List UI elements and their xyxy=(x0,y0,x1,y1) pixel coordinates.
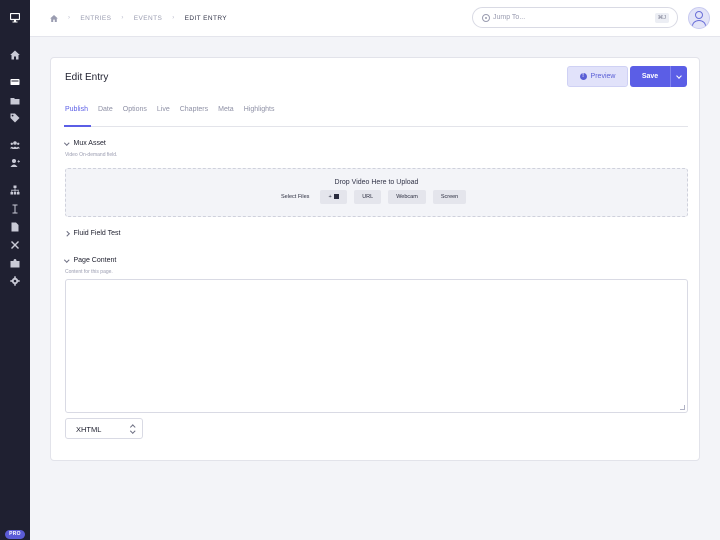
page-content-toggle[interactable]: Page Content xyxy=(64,257,117,264)
folder-icon[interactable] xyxy=(8,95,22,107)
active-tab-indicator xyxy=(64,125,91,127)
avatar[interactable] xyxy=(688,7,710,29)
mux-asset-toggle[interactable]: Mux Asset xyxy=(64,140,106,147)
webcam-button[interactable]: Webcam xyxy=(388,190,426,204)
sitemap-icon[interactable] xyxy=(8,184,22,196)
breadcrumb-separator: › xyxy=(121,15,124,21)
tools-icon[interactable] xyxy=(8,239,22,251)
mux-asset-label: Mux Asset xyxy=(73,140,106,147)
monitor-icon[interactable] xyxy=(8,12,22,24)
page-content-label: Page Content xyxy=(73,257,117,264)
fluid-field-toggle[interactable]: Fluid Field Test xyxy=(64,230,121,237)
pro-badge: PRO xyxy=(5,530,25,539)
breadcrumb-separator: › xyxy=(172,15,175,21)
mux-asset-description: Video On-demand field. xyxy=(65,152,118,158)
save-options-button[interactable] xyxy=(670,66,687,87)
preview-label: Preview xyxy=(590,73,616,80)
home-icon[interactable] xyxy=(50,14,58,22)
jump-to-input[interactable]: Jump To... xyxy=(493,14,525,21)
tab-date[interactable]: Date xyxy=(98,106,113,118)
select-arrows-icon xyxy=(130,424,135,434)
breadcrumb-current: EDIT ENTRY xyxy=(184,14,228,22)
tab-meta[interactable]: Meta xyxy=(218,106,234,118)
page-content-textarea[interactable] xyxy=(65,279,688,413)
dropzone-actions: Select Files + URL Webcam Screen xyxy=(281,190,467,204)
text-cursor-icon[interactable] xyxy=(8,203,22,215)
add-label: + xyxy=(328,194,332,200)
files-icon xyxy=(334,193,340,199)
add-files-button[interactable]: + xyxy=(320,190,348,204)
fluid-field-label: Fluid Field Test xyxy=(73,230,121,237)
page-title: Edit Entry xyxy=(65,72,109,83)
breadcrumb-separator: › xyxy=(68,15,71,21)
chevron-down-icon xyxy=(64,257,70,262)
select-files-button[interactable]: Select Files xyxy=(281,190,313,204)
tab-live[interactable]: Live xyxy=(157,106,170,118)
sidebar: PRO xyxy=(0,0,30,540)
edit-entry-panel: Edit Entry ! Preview Save Publish Date O… xyxy=(50,57,700,461)
url-button[interactable]: URL xyxy=(354,190,382,204)
tab-divider xyxy=(64,126,688,127)
info-icon: ! xyxy=(579,73,587,80)
dropzone-title: Drop Video Here to Upload xyxy=(334,179,419,186)
format-select[interactable]: XHTML xyxy=(65,418,143,439)
entries-icon[interactable] xyxy=(8,76,22,88)
addons-icon[interactable] xyxy=(8,257,22,269)
tags-icon[interactable] xyxy=(8,112,22,124)
breadcrumb-events[interactable]: EVENTS xyxy=(134,15,162,22)
user-icon xyxy=(695,11,703,19)
save-button[interactable]: Save xyxy=(630,66,670,87)
format-value: XHTML xyxy=(76,425,102,434)
chevron-right-icon xyxy=(64,231,70,236)
members-icon[interactable] xyxy=(8,139,22,151)
preview-button[interactable]: ! Preview xyxy=(567,66,628,87)
shortcut-hint: ⌘J xyxy=(654,13,669,23)
page-content-description: Content for this page. xyxy=(65,269,113,275)
tab-highlights[interactable]: Highlights xyxy=(244,106,275,118)
target-icon xyxy=(482,14,490,22)
screen-button[interactable]: Screen xyxy=(432,190,467,204)
chevron-down-icon xyxy=(676,72,682,79)
jump-to-search[interactable]: Jump To... ⌘J xyxy=(472,7,678,28)
breadcrumb: › ENTRIES › EVENTS › EDIT ENTRY xyxy=(50,13,227,23)
file-icon[interactable] xyxy=(8,221,22,233)
chevron-down-icon xyxy=(64,140,70,145)
video-dropzone[interactable]: Drop Video Here to Upload Select Files +… xyxy=(65,168,688,217)
gear-icon[interactable] xyxy=(8,275,22,287)
top-bar: › ENTRIES › EVENTS › EDIT ENTRY Jump To.… xyxy=(30,0,720,37)
tab-chapters[interactable]: Chapters xyxy=(180,106,208,118)
entry-tabs: Publish Date Options Live Chapters Meta … xyxy=(65,106,274,118)
breadcrumb-entries[interactable]: ENTRIES xyxy=(80,15,111,22)
member-add-icon[interactable] xyxy=(8,157,22,169)
home-icon[interactable] xyxy=(8,49,22,61)
tab-publish[interactable]: Publish xyxy=(65,106,88,118)
tab-options[interactable]: Options xyxy=(123,106,147,118)
